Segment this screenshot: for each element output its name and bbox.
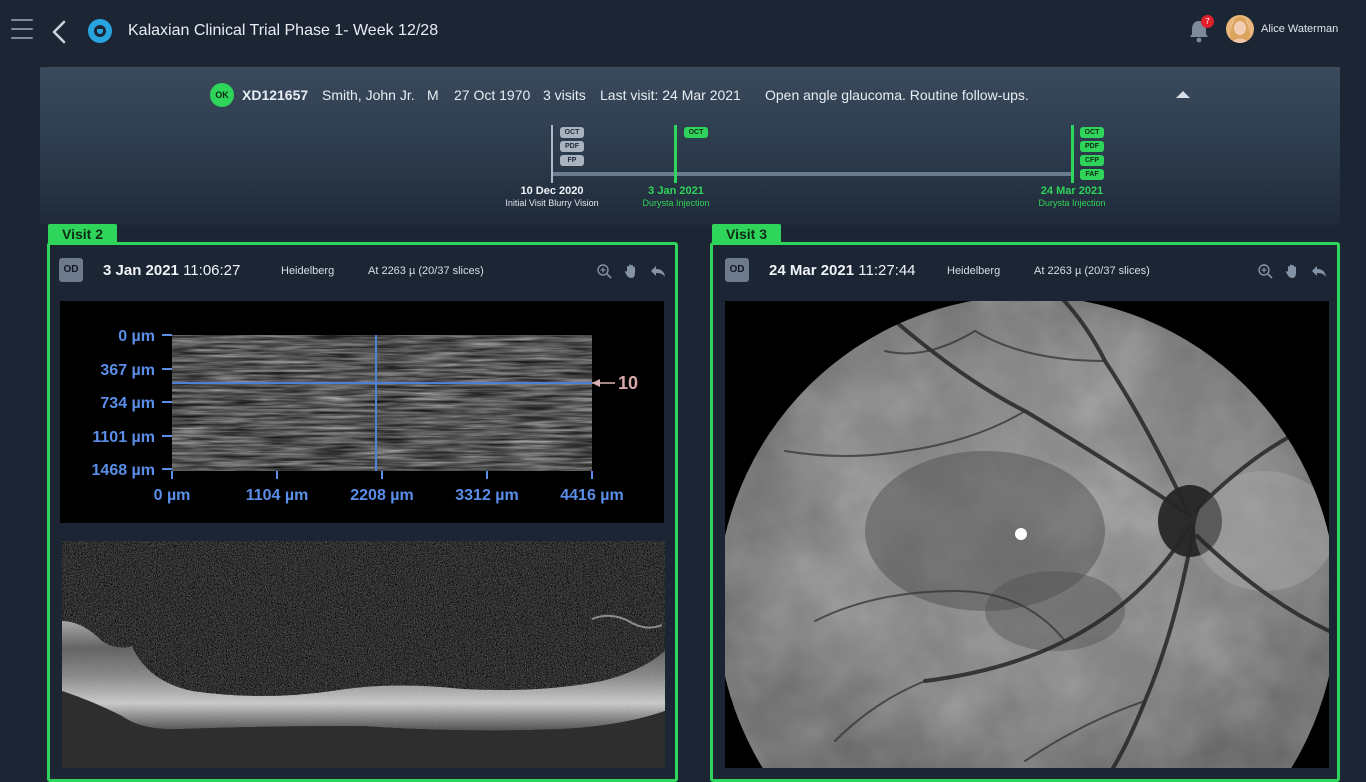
patient-sex: M <box>427 87 439 103</box>
app-logo-icon <box>88 19 112 43</box>
y-tick-label: 367 µm <box>100 362 155 379</box>
y-tick-label: 1468 µm <box>92 462 155 479</box>
pan-hand-icon[interactable] <box>623 263 639 279</box>
zoom-in-icon[interactable] <box>1257 263 1273 279</box>
timeline-track <box>552 172 1073 176</box>
timeline-marker-visit-3[interactable] <box>1071 125 1074 183</box>
user-name[interactable]: Alice Waterman <box>1261 23 1338 35</box>
x-tick-label: 2208 µm <box>350 487 413 504</box>
y-tick-label: 734 µm <box>100 395 155 412</box>
tag-oct[interactable]: OCT <box>1080 127 1104 138</box>
oct-bscan-image[interactable] <box>62 541 665 768</box>
device-label: Heidelberg <box>947 265 1001 277</box>
fundus-image[interactable] <box>725 301 1329 768</box>
pan-hand-icon[interactable] <box>1284 263 1300 279</box>
timeline-date: 3 Jan 2021 <box>648 185 704 197</box>
tag-faf[interactable]: FAF <box>1080 169 1104 180</box>
avatar[interactable] <box>1226 15 1254 43</box>
timeline-marker-initial[interactable] <box>551 125 553 183</box>
timeline-label: Initial Visit Blurry Vision <box>505 198 599 208</box>
x-tick-label: 1104 µm <box>246 487 309 504</box>
visit-time: 11:27:44 <box>858 262 916 279</box>
visit-datetime: 24 Mar 2021 11:27:44 <box>769 262 916 279</box>
visit-datetime: 3 Jan 2021 11:06:27 <box>103 262 240 279</box>
tag-oct[interactable]: OCT <box>560 127 584 138</box>
x-tick-label: 4416 µm <box>560 487 623 504</box>
device-label: Heidelberg <box>281 265 335 277</box>
y-tick-label: 1101 µm <box>92 429 155 446</box>
patient-dob: 27 Oct 1970 <box>454 87 531 103</box>
visit-date: 3 Jan 2021 <box>103 262 179 279</box>
timeline-date: 10 Dec 2020 <box>520 185 584 197</box>
slice-marker-label: 10 <box>618 373 638 393</box>
page-title: Kalaxian Clinical Trial Phase 1- Week 12… <box>128 22 439 39</box>
tag-pdf[interactable]: PDF <box>1080 141 1104 152</box>
timeline-label: Durysta Injection <box>1038 198 1106 208</box>
undo-arrow-icon[interactable] <box>650 263 666 279</box>
x-tick-label: 3312 µm <box>455 487 518 504</box>
y-tick-label: 0 µm <box>118 328 155 345</box>
timeline-marker-visit-2[interactable] <box>674 125 677 183</box>
undo-arrow-icon[interactable] <box>1311 263 1327 279</box>
patient-diagnosis: Open angle glaucoma. Routine follow-ups. <box>765 87 1029 103</box>
oct-enface-map[interactable]: 0 µm 367 µm 734 µm 1101 µm 1468 µm 0 µm … <box>60 301 664 523</box>
timeline-label: Durysta Injection <box>642 198 710 208</box>
top-bar: Kalaxian Clinical Trial Phase 1- Week 12… <box>0 0 1366 62</box>
slice-label: At 2263 µ (20/37 slices) <box>368 265 484 277</box>
x-tick-label: 0 µm <box>154 487 191 504</box>
tag-fp[interactable]: FP <box>560 155 584 166</box>
patient-name: Smith, John Jr. <box>322 87 415 103</box>
patient-id: XD121657 <box>242 87 309 103</box>
tag-pdf[interactable]: PDF <box>560 141 584 152</box>
timeline-date: 24 Mar 2021 <box>1040 185 1104 197</box>
tag-cfp[interactable]: CFP <box>1080 155 1104 166</box>
menu-icon[interactable] <box>11 19 33 41</box>
eye-badge: OD <box>725 258 749 282</box>
notification-badge: 7 <box>1201 15 1214 28</box>
tab-visit-2[interactable]: Visit 2 <box>48 224 117 244</box>
patient-visit-count: 3 visits <box>543 87 586 103</box>
visit-date: 24 Mar 2021 <box>769 262 855 279</box>
eye-badge: OD <box>59 258 83 282</box>
collapse-icon[interactable] <box>1176 91 1190 98</box>
patient-last-visit: Last visit: 24 Mar 2021 <box>600 87 741 103</box>
visit-time: 11:06:27 <box>183 262 241 279</box>
slice-label: At 2263 µ (20/37 slices) <box>1034 265 1150 277</box>
tab-visit-3[interactable]: Visit 3 <box>712 224 781 244</box>
tag-oct[interactable]: OCT <box>684 127 708 138</box>
status-badge: OK <box>210 83 234 107</box>
back-arrow-icon[interactable] <box>49 19 69 45</box>
zoom-in-icon[interactable] <box>596 263 612 279</box>
